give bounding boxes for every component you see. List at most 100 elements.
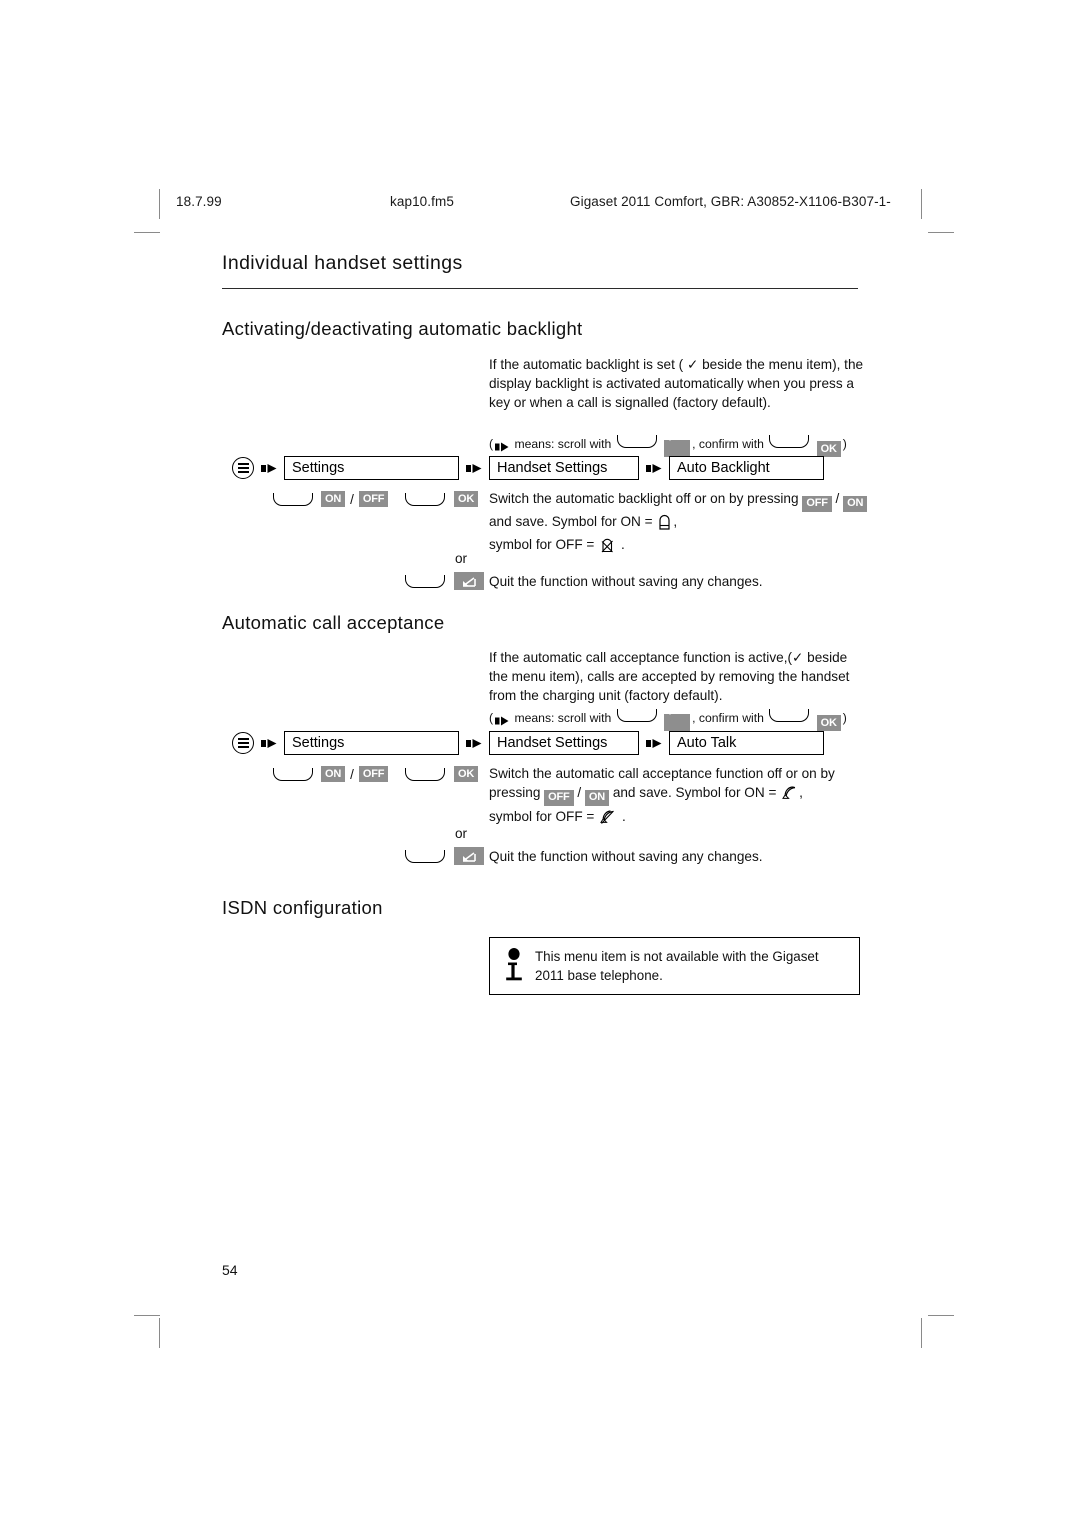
softkey-icon[interactable] [405,849,445,863]
info-note-text: This menu item is not available with the… [535,949,819,983]
section-intro-auto-talk: If the automatic call acceptance functio… [489,650,850,704]
on-tag: ON [843,495,868,512]
softkey-icon[interactable] [405,574,445,588]
scroll-hint-backlight: ( means: scroll with , confirm with OK) [489,435,879,457]
crop-rule-top-left [134,232,160,233]
section-intro-backlight: If the automatic backlight is set ( ✓ be… [489,357,864,411]
key-group-on-off-auto-talk: ON / OFF [273,766,389,782]
menu-step-settings[interactable]: Settings [284,456,459,480]
chapter-title: Individual handset settings [222,252,463,274]
section-description-backlight: Switch the automatic backlight off or on… [489,489,869,559]
quit-text-auto-talk: Quit the function without saving any cha… [489,849,763,864]
ok-key-label[interactable]: OK [454,491,479,507]
header-date: 18.7.99 [176,194,222,209]
handset-off-icon [600,809,616,830]
desc-comma: , [799,785,803,801]
desc-line-3: symbol for OFF = [489,808,595,824]
menu-step-handset-settings[interactable]: Handset Settings [489,731,639,755]
path-arrow-icon [646,738,662,749]
hint-means-label: means: scroll with [514,437,612,451]
key-separator: / [350,491,354,507]
crop-rule-top-right [928,232,954,233]
ok-key-icon: OK [816,441,841,457]
lamp-off-icon [600,537,615,558]
path-arrow-icon [466,463,482,474]
desc-line-2: and save. Symbol for ON = [612,785,777,801]
section-description-auto-talk: Switch the automatic call acceptance fun… [489,764,869,830]
crop-mark-top-right [921,189,922,219]
key-group-quit-auto-talk [405,847,484,865]
desc-line-2: and save. Symbol for ON = [489,513,653,529]
hint-confirm-label: , confirm with [692,437,764,451]
on-key-label[interactable]: ON [321,766,346,782]
softkey-icon [616,709,657,722]
softkey-icon [769,435,810,448]
menu-icon[interactable] [232,732,254,754]
key-group-on-off-backlight: ON / OFF [273,491,389,507]
menu-step-handset-settings[interactable]: Handset Settings [489,456,639,480]
menu-icon[interactable] [232,457,254,479]
or-label-backlight: or [455,551,468,566]
desc-slash: / [577,785,582,801]
section-heading-auto-talk: Automatic call acceptance [222,612,445,633]
key-separator: / [350,766,354,782]
path-arrow-icon [466,738,482,749]
scroll-arrow-icon [495,714,509,731]
info-icon [501,947,527,984]
hint-confirm-label: , confirm with [692,711,764,725]
desc-comma: , [673,513,678,529]
page-number: 54 [222,1262,238,1278]
off-tag: OFF [544,790,574,807]
hint-close-paren: ) [842,437,847,451]
escape-key-icon[interactable] [454,847,484,865]
hint-open-paren: ( [489,711,494,725]
scroll-hint-auto-talk: ( means: scroll with , confirm with OK) [489,709,879,731]
on-tag: ON [584,790,610,807]
desc-line-3: symbol for OFF = [489,537,595,553]
hint-open-paren: ( [489,437,494,451]
key-group-quit-backlight [405,572,484,590]
desc-period: . [620,537,625,553]
menu-step-auto-talk[interactable]: Auto Talk [669,731,824,755]
menu-step-auto-backlight[interactable]: Auto Backlight [669,456,824,480]
ok-key-icon: OK [816,715,841,731]
section-heading-backlight: Activating/deactivating automatic backli… [222,318,583,339]
desc-line-1: Switch the automatic backlight off or on… [489,491,799,506]
menu-path-auto-talk: Settings Handset Settings Auto Talk [232,731,824,755]
info-note-box: This menu item is not available with the… [489,937,860,995]
off-key-label[interactable]: OFF [358,491,389,507]
menu-step-settings[interactable]: Settings [284,731,459,755]
handset-on-icon [782,785,797,806]
crop-rule-bottom-left [134,1315,160,1316]
lamp-on-icon [658,514,671,535]
section-heading-isdn: ISDN configuration [222,897,383,918]
ok-key-label[interactable]: OK [454,766,479,782]
softkey-icon[interactable] [405,767,445,781]
chapter-rule [222,288,858,290]
key-group-ok-backlight: OK [405,491,479,507]
off-key-label[interactable]: OFF [358,766,389,782]
path-arrow-icon [646,463,662,474]
path-arrow-icon [261,738,277,749]
document-page: 18.7.99 kap10.fm5 Gigaset 2011 Comfort, … [0,0,1080,1528]
desc-period: . [621,808,626,824]
menu-path-backlight: Settings Handset Settings Auto Backlight [232,456,824,480]
escape-key-icon[interactable] [454,572,484,590]
off-tag: OFF [802,495,832,512]
header-document: Gigaset 2011 Comfort, GBR: A30852-X1106-… [570,194,891,209]
softkey-icon [769,709,810,722]
on-key-label[interactable]: ON [321,491,346,507]
crop-rule-bottom-right [928,1315,954,1316]
scroll-down-key-icon [664,714,691,731]
scroll-down-key-icon [664,440,691,457]
crop-mark-bottom-right [921,1318,922,1348]
softkey-icon [616,435,657,448]
softkey-icon[interactable] [405,492,445,506]
crop-mark-bottom-left [159,1318,160,1348]
hint-close-paren: ) [842,711,847,725]
softkey-icon[interactable] [273,767,313,781]
softkey-icon[interactable] [273,492,313,506]
quit-text-backlight: Quit the function without saving any cha… [489,574,763,589]
hint-means-label: means: scroll with [514,711,612,725]
crop-mark-top-left [159,189,160,219]
